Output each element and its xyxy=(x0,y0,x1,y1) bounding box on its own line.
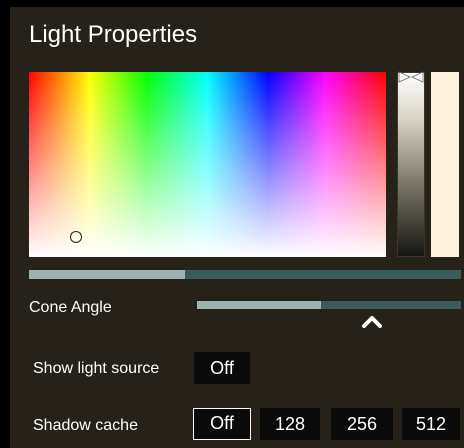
panel-title: Light Properties xyxy=(29,21,198,48)
brightness-slider[interactable] xyxy=(397,72,425,257)
brightness-handle-icon[interactable] xyxy=(398,71,424,83)
show-light-source-label: Show light source xyxy=(33,360,160,377)
hue-slider[interactable] xyxy=(29,270,461,279)
light-properties-panel: Light Properties Cone Angle Show light s… xyxy=(10,7,464,448)
shadow-cache-option-512[interactable]: 512 xyxy=(402,408,460,440)
cone-angle-slider[interactable] xyxy=(197,301,461,309)
hue-slider-fill xyxy=(29,270,185,279)
panel-edge-marker xyxy=(0,248,8,288)
cone-angle-label: Cone Angle xyxy=(29,299,112,316)
shadow-cache-option-128[interactable]: 128 xyxy=(260,408,320,440)
color-picker-cursor[interactable] xyxy=(70,231,82,243)
chevron-up-icon[interactable] xyxy=(361,314,383,328)
shadow-cache-option-off[interactable]: Off xyxy=(193,408,251,440)
show-light-source-toggle[interactable]: Off xyxy=(194,352,250,384)
selected-color-swatch xyxy=(431,72,459,257)
cone-angle-fill xyxy=(197,301,322,309)
shadow-cache-option-256[interactable]: 256 xyxy=(331,408,393,440)
shadow-cache-label: Shadow cache xyxy=(33,417,138,434)
color-spectrum[interactable] xyxy=(29,72,386,257)
